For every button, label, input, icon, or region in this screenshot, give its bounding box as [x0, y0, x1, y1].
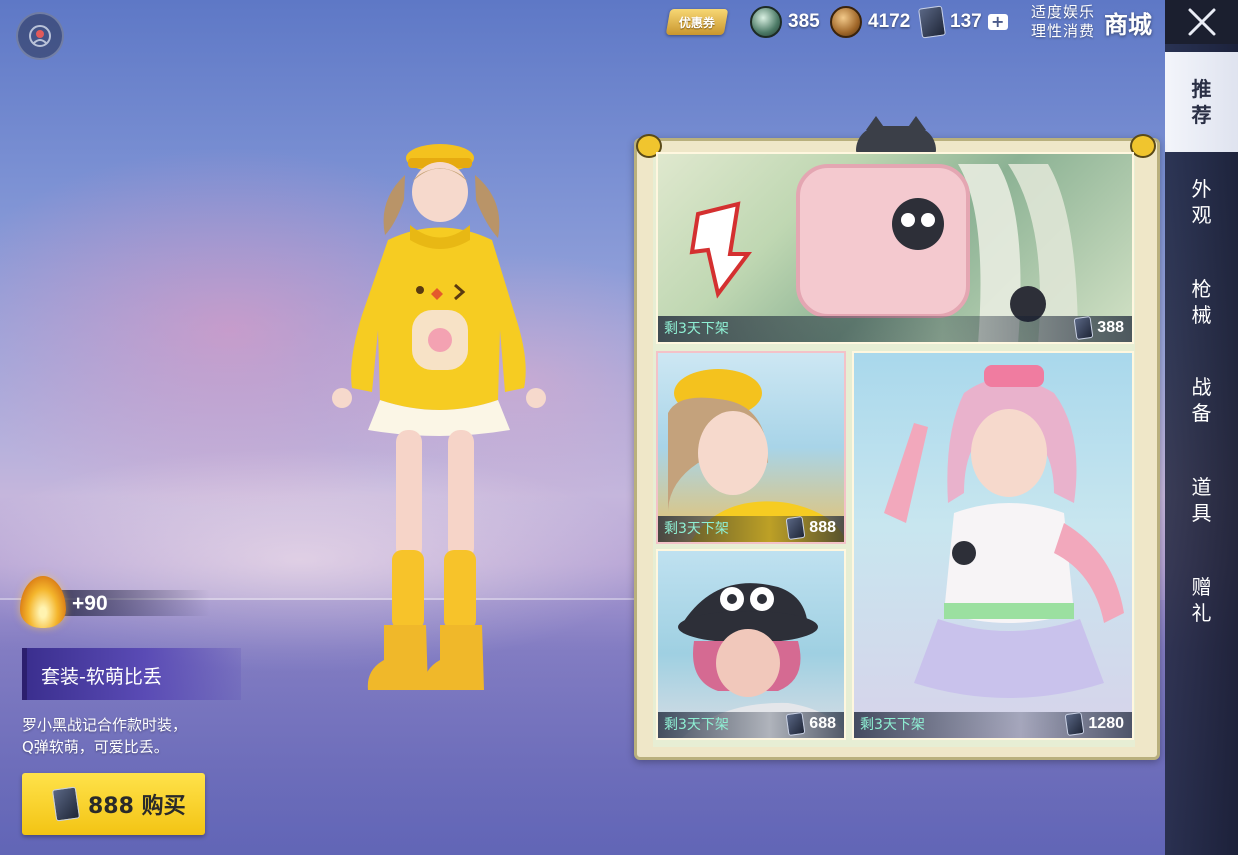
tab-weapons-label: 枪械 [1191, 277, 1212, 327]
notice-line-1: 适度娱乐 [1031, 3, 1096, 21]
currency-bronze[interactable]: 4172 [830, 6, 910, 38]
coupon-label: 优惠券 [678, 15, 715, 30]
card-ticket-icon [785, 515, 806, 541]
pink-outfit-portrait-art [884, 365, 1124, 698]
currency-green[interactable]: 385 [750, 6, 820, 38]
shop-title: 商城 [1104, 11, 1152, 39]
tile-timer: 剩3天下架 [860, 717, 925, 733]
tab-weapons[interactable]: 枪械 [1165, 252, 1238, 352]
tab-gifts-label: 赠礼 [1191, 575, 1212, 625]
cat-ornament-icon [856, 116, 936, 154]
tile-price: 1280 [1064, 711, 1124, 737]
profile-button[interactable] [16, 12, 64, 60]
score-row: +90 [20, 576, 220, 628]
flame-icon [20, 576, 66, 628]
tile-timer: 剩3天下架 [664, 521, 729, 537]
buy-price: 888 [88, 794, 134, 819]
showcase-tile-pink-outfit[interactable]: 剩3天下架 1280 [852, 351, 1134, 740]
add-currency-button[interactable]: + [987, 14, 1008, 30]
description-line-2: Q弹软萌，可爱比丢。 [22, 738, 169, 756]
showcase-tile-backpack[interactable]: 剩3天下架 388 [656, 152, 1134, 344]
bronze-coin-value: 4172 [868, 11, 911, 32]
tile-info-bar [658, 316, 1132, 342]
card-ticket-icon [1073, 315, 1094, 341]
green-coin-icon [750, 6, 782, 38]
tab-appearance[interactable]: 外观 [1165, 152, 1238, 252]
set-name-label: 套装-软萌比丢 [41, 666, 162, 688]
tab-gear[interactable]: 战备 [1165, 350, 1238, 450]
tab-gifts[interactable]: 赠礼 [1165, 550, 1238, 650]
tile-timer: 剩3天下架 [664, 321, 729, 337]
set-name-banner: 套装-软萌比丢 [22, 648, 241, 700]
card-ticket-icon [51, 786, 81, 822]
card-ticket-icon [1064, 711, 1085, 737]
score-value: +90 [72, 592, 108, 615]
buy-button[interactable]: 888 购买 [22, 773, 205, 835]
currency-card[interactable]: 137 + [918, 5, 1008, 39]
tile-price: 388 [1073, 315, 1124, 341]
buy-label: 购买 [141, 794, 186, 819]
notice-line-2: 理性消费 [1031, 22, 1096, 40]
tile-price-value: 388 [1097, 319, 1124, 336]
showcase-tile-outfit[interactable]: 剩3天下架 888 [656, 351, 846, 544]
tab-items[interactable]: 道具 [1165, 450, 1238, 550]
tile-price: 688 [785, 711, 836, 737]
close-icon [1188, 8, 1215, 36]
character-model[interactable] [300, 130, 570, 700]
close-button[interactable] [1165, 0, 1238, 44]
tile-price-value: 688 [809, 715, 836, 732]
tab-appearance-label: 外观 [1191, 177, 1212, 227]
tile-price-value: 1280 [1088, 715, 1124, 732]
tab-recommend-label: 推荐 [1191, 77, 1212, 127]
bronze-coin-icon [830, 6, 862, 38]
green-coin-value: 385 [788, 11, 820, 32]
coupon-button[interactable]: 优惠券 [665, 9, 729, 35]
card-ticket-icon [785, 711, 806, 737]
showcase-tile-bucket-hat[interactable]: 剩3天下架 688 [656, 549, 846, 740]
card-ticket-icon [918, 5, 946, 39]
health-notice: 适度娱乐 理性消费 [1031, 3, 1095, 41]
tab-items-label: 道具 [1191, 475, 1212, 525]
tile-price: 888 [785, 515, 836, 541]
tab-recommend[interactable]: 推荐 [1165, 52, 1238, 152]
tile-price-value: 888 [809, 519, 836, 536]
avatar-icon [29, 25, 51, 47]
item-description: 罗小黑战记合作款时装， Q弹软萌，可爱比丢。 [22, 714, 187, 758]
card-ticket-value: 137 [950, 11, 982, 32]
description-line-1: 罗小黑战记合作款时装， [22, 716, 188, 734]
tile-timer: 剩3天下架 [664, 717, 729, 733]
tab-gear-label: 战备 [1191, 375, 1212, 425]
